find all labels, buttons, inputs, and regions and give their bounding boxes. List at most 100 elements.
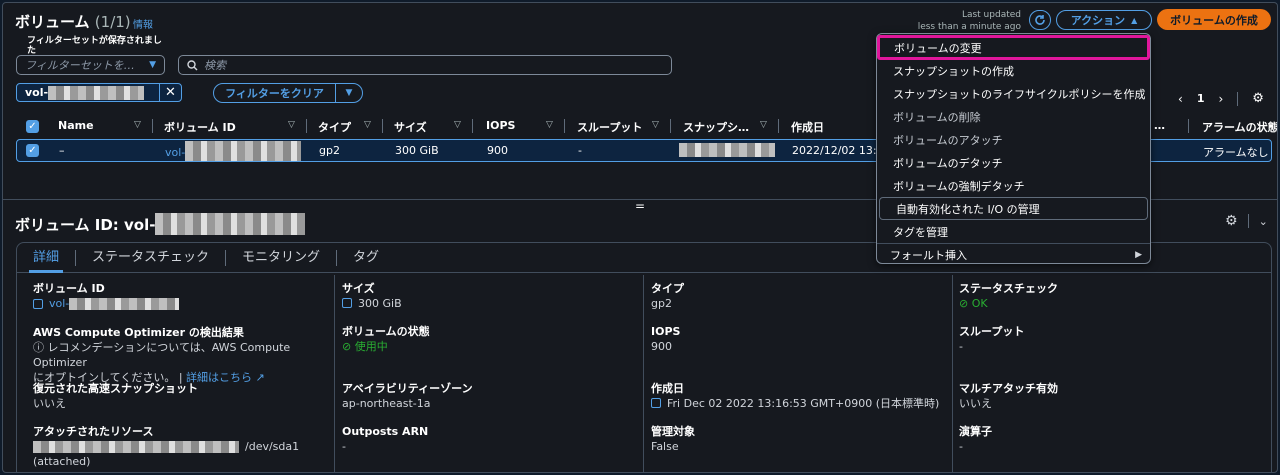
sort-icon[interactable]: ▽ <box>288 120 295 130</box>
page-title-text: ボリューム <box>15 13 90 31</box>
last-updated-label: Last updated <box>961 10 1021 20</box>
menu-item-modify-volume[interactable]: ボリュームの変更 <box>877 35 1150 60</box>
caret-down-icon: ▼ <box>149 60 156 70</box>
field-outposts-arn: Outposts ARN - <box>342 424 632 454</box>
cell-size: 300 GiB <box>395 144 439 157</box>
menu-item-fault-injection[interactable]: フォールト挿入 ▶ <box>877 243 1150 266</box>
chevron-right-icon[interactable]: › <box>1218 92 1223 106</box>
last-updated-value: less than a minute ago <box>917 22 1021 32</box>
field-label: ボリュームの状態 <box>342 325 430 338</box>
filter-token[interactable]: vol- ✕ <box>16 83 182 102</box>
sort-icon[interactable]: ▽ <box>546 120 553 130</box>
last-updated: Last updated less than a minute ago <box>903 9 1021 33</box>
menu-item-delete-volume[interactable]: ボリュームの削除 <box>877 105 1150 128</box>
chevron-down-icon[interactable]: ⌄ <box>1259 215 1268 228</box>
cell-created: 2022/12/02 13:1 <box>792 144 884 157</box>
menu-item-manage-auto-io[interactable]: 自動有効化された I/O の管理 <box>879 197 1148 220</box>
field-attached-resources: アタッチされたリソース /dev/sda1 (attached) <box>33 424 323 469</box>
actions-button[interactable]: アクション ▲ <box>1056 10 1152 30</box>
select-all-checkbox[interactable]: ✓ <box>26 120 39 133</box>
col-size[interactable]: サイズ <box>394 119 427 135</box>
sort-icon[interactable]: ▽ <box>760 120 767 130</box>
col-divider <box>306 119 307 133</box>
copy-icon[interactable] <box>33 298 43 309</box>
tab-tags[interactable]: タグ <box>353 250 395 266</box>
menu-item-manage-tags[interactable]: タグを管理 <box>877 220 1150 243</box>
gear-icon[interactable]: ⚙ <box>1225 213 1238 229</box>
menu-item-detach-volume[interactable]: ボリュームのデタッチ <box>877 151 1150 174</box>
copy-icon[interactable] <box>342 298 352 308</box>
field-value[interactable]: vol- <box>33 296 323 311</box>
tab-details[interactable]: 詳細 <box>28 249 77 273</box>
redacted-id <box>48 85 145 100</box>
column-divider <box>643 275 644 472</box>
tab-status-checks[interactable]: ステータスチェック <box>92 249 227 266</box>
row-checkbox[interactable]: ✓ <box>26 144 39 157</box>
search-input[interactable]: 検索 <box>178 55 672 75</box>
create-volume-button[interactable]: ボリュームの作成 <box>1157 9 1271 30</box>
field-value: - <box>959 440 963 453</box>
menu-item-create-lifecycle-policy[interactable]: スナップショットのライフサイクルポリシーを作成 <box>877 82 1150 105</box>
col-snapshot[interactable]: スナップシ… <box>683 119 749 135</box>
remove-token-button[interactable]: ✕ <box>159 84 181 101</box>
redacted-id <box>69 297 180 310</box>
cell-alarm: アラームなし <box>1203 146 1269 159</box>
redacted-instance[interactable] <box>33 440 239 453</box>
caret-right-icon: ▶ <box>1135 250 1142 260</box>
current-page[interactable]: 1 <box>1197 92 1205 105</box>
sort-icon[interactable]: ▽ <box>364 120 371 130</box>
detail-title-text: ボリューム ID: vol- <box>15 215 156 234</box>
field-throughput: スループット - <box>959 324 1249 354</box>
col-type[interactable]: タイプ <box>318 119 351 135</box>
sort-icon[interactable]: ▽ <box>454 120 461 130</box>
filter-token-value: vol- <box>17 85 159 100</box>
col-iops[interactable]: IOPS <box>486 119 515 132</box>
field-value: ap-northeast-1a <box>342 397 431 410</box>
filter-set-placeholder: フィルターセットを… <box>25 59 135 72</box>
chevron-left-icon[interactable]: ‹ <box>1178 92 1183 106</box>
menu-item-force-detach[interactable]: ボリュームの強制デタッチ <box>877 174 1150 197</box>
col-throughput[interactable]: スループット <box>577 119 642 135</box>
device-name: /dev/sda1 <box>245 440 300 453</box>
sort-icon[interactable]: ▽ <box>652 120 659 130</box>
col-name[interactable]: Name <box>58 119 94 132</box>
detail-controls: ⚙ ⌄ <box>1225 213 1268 229</box>
redacted-snapshot <box>679 143 775 157</box>
col-volume-id[interactable]: ボリューム ID <box>164 119 236 135</box>
selection-count: (1/1) <box>94 13 131 31</box>
field-label: アタッチされたリソース <box>33 425 154 438</box>
filter-set-select[interactable]: フィルターセットを… ▼ <box>16 55 165 75</box>
check-circle-icon: ⊘ <box>959 297 969 310</box>
field-label: Outposts ARN <box>342 425 429 438</box>
menu-item-create-snapshot[interactable]: スナップショットの作成 <box>877 59 1150 82</box>
tab-monitoring[interactable]: モニタリング <box>242 249 338 266</box>
clear-filter-button[interactable]: フィルターをクリア ▼ <box>213 83 363 103</box>
cell-volume-id[interactable]: vol- <box>165 141 302 161</box>
col-created[interactable]: 作成日 <box>791 119 824 135</box>
field-volume-id: ボリューム ID vol- <box>33 281 323 311</box>
pagination: ‹ 1 › ⚙ <box>1178 91 1264 106</box>
col-divider <box>1188 119 1189 133</box>
field-label: スループット <box>959 325 1025 338</box>
volume-id-prefix: vol- <box>165 146 186 159</box>
info-link[interactable]: 情報 <box>133 16 153 31</box>
redacted-id <box>185 141 302 161</box>
gear-icon[interactable]: ⚙ <box>1252 91 1264 106</box>
col-alarm[interactable]: アラームの状態 <box>1202 119 1277 135</box>
field-managed: 管理対象 False <box>651 424 941 454</box>
col-hidden[interactable]: … <box>1154 119 1165 132</box>
refresh-button[interactable] <box>1029 10 1051 30</box>
volumes-console: ボリューム (1/1) 情報 Last updated less than a … <box>2 2 1278 473</box>
field-value: 300 GiB <box>358 297 402 310</box>
check-circle-icon: ⊘ <box>342 340 352 353</box>
caret-down-icon[interactable]: ▼ <box>336 88 362 98</box>
field-availability-zone: アベイラビリティーゾーン ap-northeast-1a <box>342 381 632 411</box>
menu-item-attach-volume[interactable]: ボリュームのアタッチ <box>877 128 1150 151</box>
field-value: Fri Dec 02 2022 13:16:53 GMT+0900 (日本標準時… <box>667 397 940 410</box>
field-value: OK <box>971 297 988 310</box>
sort-icon[interactable]: ▽ <box>134 120 141 130</box>
filter-token-prefix: vol- <box>25 86 49 99</box>
resize-handle-icon[interactable]: = <box>635 199 645 213</box>
attachment-state: (attached) <box>33 455 91 468</box>
copy-icon[interactable] <box>651 398 661 408</box>
